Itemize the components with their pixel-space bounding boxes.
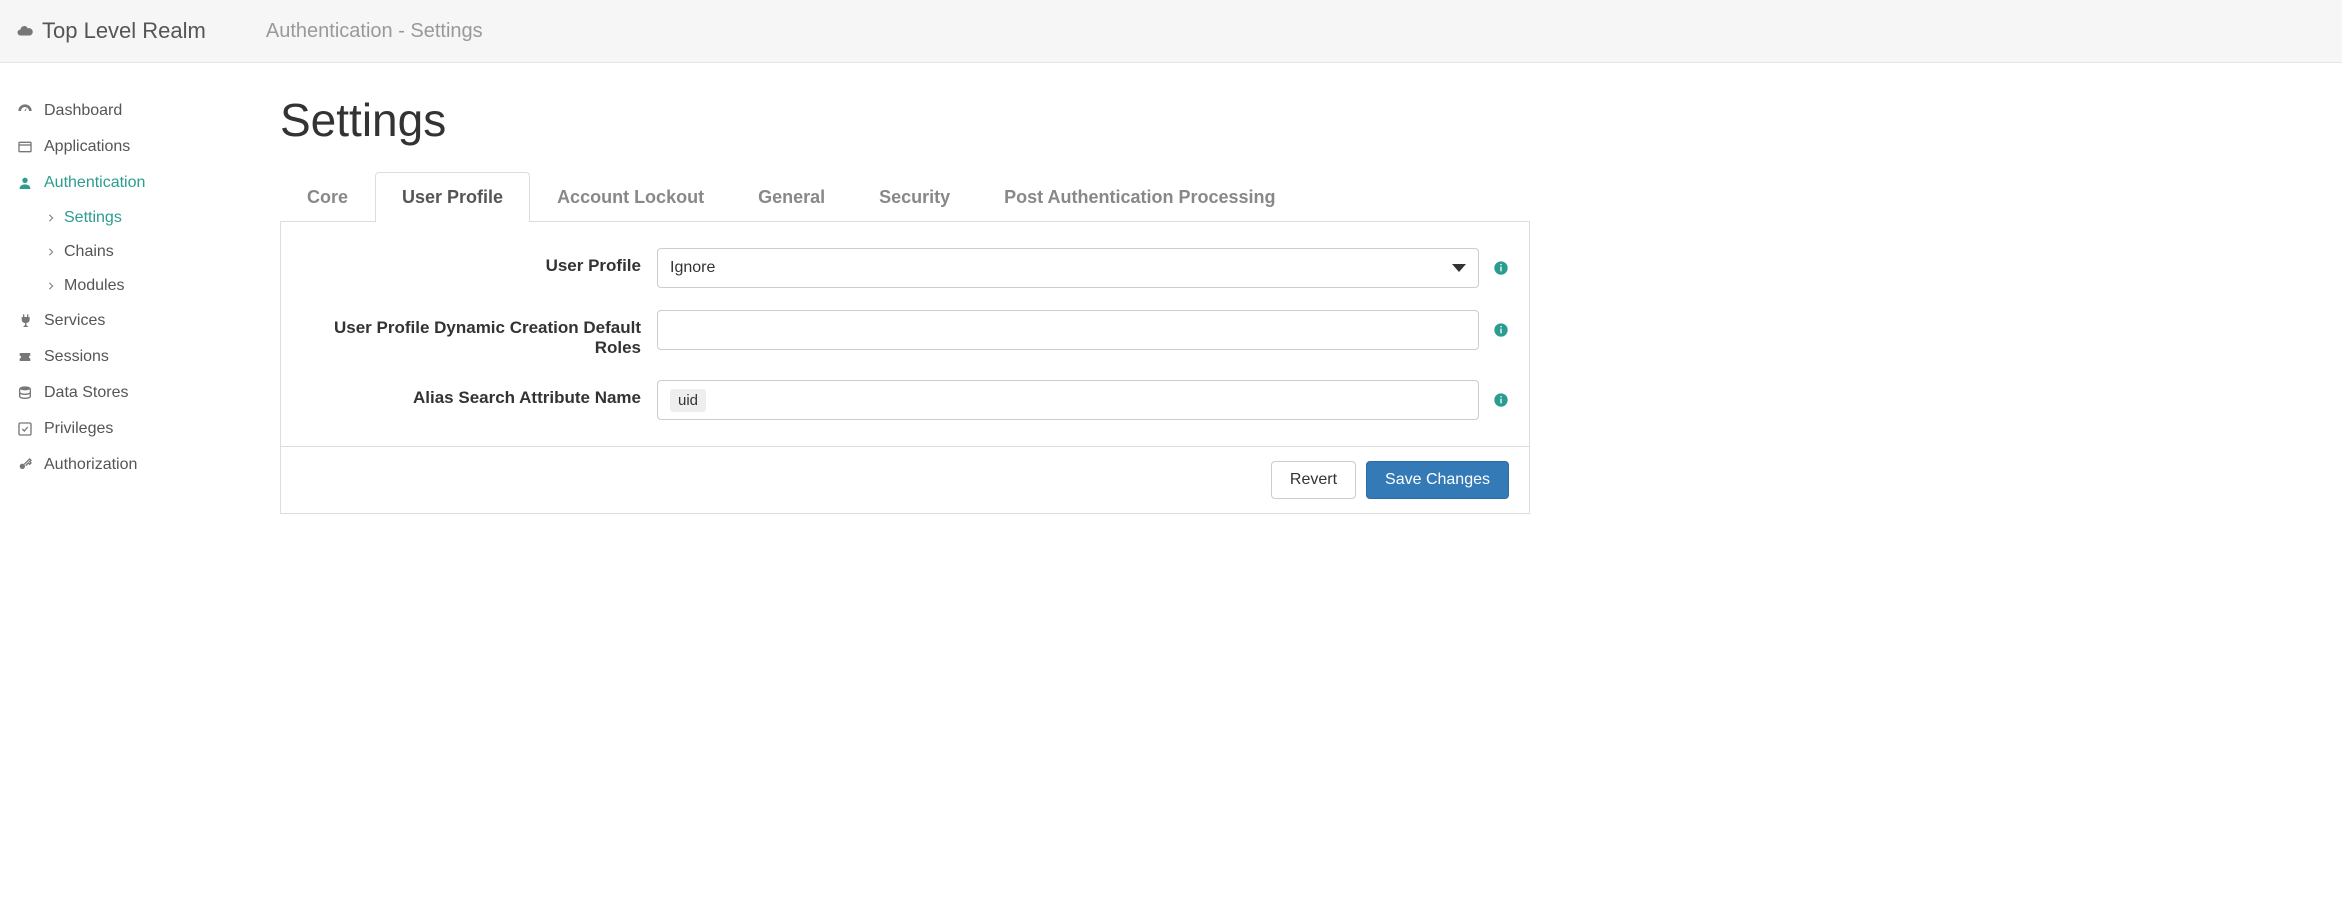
cloud-icon: [16, 22, 34, 40]
realm-label: Top Level Realm: [42, 18, 206, 44]
label-alias: Alias Search Attribute Name: [301, 380, 641, 408]
info-icon[interactable]: [1493, 260, 1509, 276]
sidebar-item-label: Data Stores: [44, 384, 128, 402]
chevron-right-icon: [46, 213, 56, 223]
subnav-item-chains[interactable]: Chains: [46, 235, 230, 269]
info-icon[interactable]: [1493, 392, 1509, 408]
subnav-item-label: Chains: [64, 243, 114, 261]
caret-down-icon: [1452, 264, 1466, 272]
chevron-right-icon: [46, 247, 56, 257]
label-user-profile: User Profile: [301, 248, 641, 276]
tab-label: Account Lockout: [557, 187, 704, 207]
dashboard-icon: [16, 102, 34, 120]
row-user-profile: User Profile Ignore: [301, 248, 1509, 288]
applications-icon: [16, 138, 34, 156]
topbar: Top Level Realm Authentication - Setting…: [0, 0, 2342, 63]
tab-post-auth[interactable]: Post Authentication Processing: [977, 172, 1302, 222]
label-dynamic-roles: User Profile Dynamic Creation Default Ro…: [301, 310, 641, 358]
tab-user-profile[interactable]: User Profile: [375, 172, 530, 222]
database-icon: [16, 384, 34, 402]
page-title: Settings: [280, 93, 1530, 147]
subnav-item-label: Settings: [64, 209, 122, 227]
sidebar-item-sessions[interactable]: Sessions: [16, 339, 230, 375]
tab-core[interactable]: Core: [280, 172, 375, 222]
sidebar-item-label: Authorization: [44, 456, 137, 474]
tab-label: User Profile: [402, 187, 503, 207]
subnav-item-modules[interactable]: Modules: [46, 269, 230, 303]
sidebar-item-privileges[interactable]: Privileges: [16, 411, 230, 447]
revert-button[interactable]: Revert: [1271, 461, 1356, 499]
chevron-right-icon: [46, 281, 56, 291]
sidebar-item-label: Privileges: [44, 420, 113, 438]
sidebar-item-datastores[interactable]: Data Stores: [16, 375, 230, 411]
tab-label: General: [758, 187, 825, 207]
sidebar-item-label: Applications: [44, 138, 130, 156]
select-value: Ignore: [670, 259, 715, 277]
tab-general[interactable]: General: [731, 172, 852, 222]
sidebar-item-label: Services: [44, 312, 105, 330]
sidebar-item-authentication[interactable]: Authentication: [16, 165, 230, 201]
sidebar-item-label: Authentication: [44, 174, 145, 192]
tab-account-lockout[interactable]: Account Lockout: [530, 172, 731, 222]
main-content: Settings Core User Profile Account Locko…: [230, 63, 1540, 544]
realm-title[interactable]: Top Level Realm: [16, 18, 206, 44]
select-user-profile[interactable]: Ignore: [657, 248, 1479, 288]
tab-label: Security: [879, 187, 950, 207]
input-dynamic-roles[interactable]: [657, 310, 1479, 350]
tag-alias-value[interactable]: uid: [670, 389, 706, 412]
panel-footer: Revert Save Changes: [280, 446, 1530, 514]
form-panel: User Profile Ignore User Profile Dynamic…: [280, 222, 1530, 447]
sidebar-item-label: Sessions: [44, 348, 109, 366]
sidebar: Dashboard Applications Authentication Se…: [0, 63, 230, 544]
ticket-icon: [16, 348, 34, 366]
tab-label: Core: [307, 187, 348, 207]
sidebar-item-authorization[interactable]: Authorization: [16, 447, 230, 483]
save-button[interactable]: Save Changes: [1366, 461, 1509, 499]
tabs: Core User Profile Account Lockout Genera…: [280, 171, 1530, 222]
row-alias: Alias Search Attribute Name uid: [301, 380, 1509, 420]
subnav-item-settings[interactable]: Settings: [46, 201, 230, 235]
plug-icon: [16, 312, 34, 330]
check-square-icon: [16, 420, 34, 438]
breadcrumb: Authentication - Settings: [266, 20, 483, 43]
tab-label: Post Authentication Processing: [1004, 187, 1275, 207]
auth-subnav: Settings Chains Modules: [16, 201, 230, 303]
row-dynamic-roles: User Profile Dynamic Creation Default Ro…: [301, 310, 1509, 358]
sidebar-item-dashboard[interactable]: Dashboard: [16, 93, 230, 129]
sidebar-item-services[interactable]: Services: [16, 303, 230, 339]
tab-security[interactable]: Security: [852, 172, 977, 222]
key-icon: [16, 456, 34, 474]
sidebar-item-applications[interactable]: Applications: [16, 129, 230, 165]
info-icon[interactable]: [1493, 322, 1509, 338]
sidebar-item-label: Dashboard: [44, 102, 122, 120]
subnav-item-label: Modules: [64, 277, 124, 295]
user-icon: [16, 174, 34, 192]
input-alias[interactable]: uid: [657, 380, 1479, 420]
